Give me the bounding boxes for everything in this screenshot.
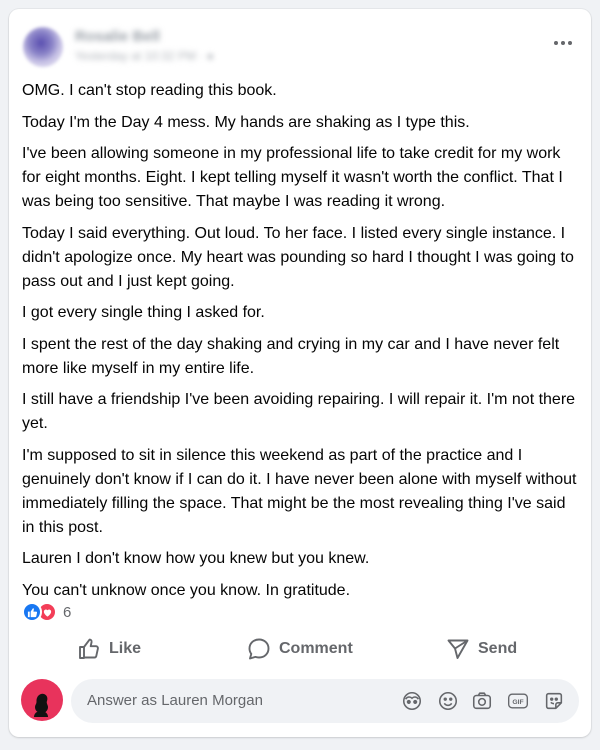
post-paragraph: I've been allowing someone in my profess… [22,145,563,210]
send-button[interactable]: Send [446,627,517,671]
comment-placeholder: Answer as Lauren Morgan [87,692,263,709]
post-paragraph: OMG. I can't stop reading this book. [22,82,277,99]
more-dot [568,41,572,45]
comment-composer: Answer as Lauren Morgan GIF [9,677,591,729]
reaction-summary[interactable]: 6 [22,600,71,624]
comment-button[interactable]: Comment [247,627,353,671]
camera-icon[interactable] [471,690,493,712]
send-label: Send [478,640,518,657]
timestamp-text: Yesterday at 10:32 PM · [75,49,207,63]
comment-input[interactable]: Answer as Lauren Morgan GIF [71,679,579,723]
comment-bubble-icon [247,637,271,661]
more-options-button[interactable] [549,29,577,57]
like-button[interactable]: Like [77,627,141,671]
emoji-smile-icon[interactable] [437,690,459,712]
post-card: Rosalie Bell Yesterday at 10:32 PM · ● O… [9,9,591,737]
like-reaction-icon [22,602,42,622]
post-paragraph: I still have a friendship I've been avoi… [22,391,576,432]
post-header: Rosalie Bell Yesterday at 10:32 PM · ● [9,9,591,81]
post-paragraph: You can't unknow once you know. In grati… [22,581,351,599]
audience-globe-icon: ● [206,49,214,63]
svg-text:GIF: GIF [512,699,523,706]
author-name[interactable]: Rosalie Bell [75,28,160,45]
post-paragraph: I got every single thing I asked for. [22,304,265,321]
post-paragraph: Lauren I don't know how you knew but you… [22,550,370,567]
post-paragraph: Today I'm the Day 4 mess. My hands are s… [22,113,470,131]
post-actions: Like Comment Send [9,627,591,671]
avatar-sticker-icon[interactable] [401,690,423,712]
sticker-icon[interactable] [543,690,565,712]
like-label: Like [109,640,142,657]
thumbs-up-icon [77,637,101,661]
post-paragraph: I'm supposed to sit in silence this week… [22,446,577,536]
commenter-avatar[interactable] [21,679,63,721]
post-timestamp[interactable]: Yesterday at 10:32 PM · ● [75,49,214,63]
more-dot [561,41,565,45]
reaction-count: 6 [63,603,72,621]
gif-icon[interactable]: GIF [507,690,529,712]
post-text: OMG. I can't stop reading this book. Tod… [22,79,582,610]
post-paragraph: I spent the rest of the day shaking and … [22,335,560,377]
comment-label: Comment [279,640,353,657]
post-paragraph: Today I said everything. Out loud. To he… [22,224,574,290]
more-dot [554,41,558,45]
author-avatar[interactable] [23,27,63,67]
send-arrow-icon [446,637,470,661]
